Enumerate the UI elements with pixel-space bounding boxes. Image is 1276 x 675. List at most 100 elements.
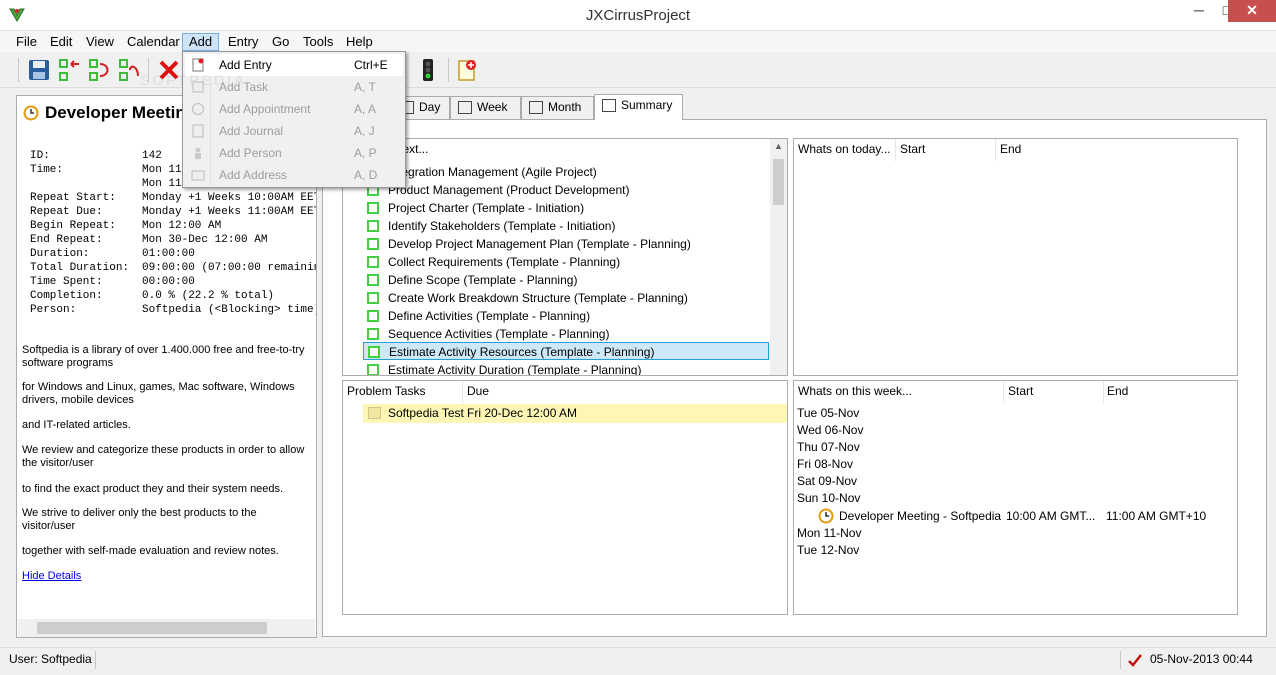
field-label: Duration: [30, 248, 90, 260]
field-value: Mon 30-Dec 12:00 AM [142, 234, 268, 246]
undo-icon[interactable] [118, 58, 142, 82]
tab-summary[interactable]: Summary [594, 94, 683, 120]
save-icon[interactable] [27, 58, 51, 82]
field-label: Repeat Due: [30, 206, 103, 218]
menu-entry[interactable]: Entry [222, 33, 264, 51]
menu-calendar[interactable]: Calendar [121, 33, 186, 51]
week-icon [458, 101, 472, 114]
description-paragraph: We review and categorize these products … [22, 444, 305, 469]
clock-icon [818, 508, 834, 524]
menu-item-label: Add Address [219, 168, 288, 182]
tab-label: Summary [621, 98, 673, 112]
field-duration: Duration: 01:00:00 [30, 248, 195, 260]
week-day[interactable]: Tue 12-Nov [797, 543, 859, 557]
menu-item-label: Add Person [219, 146, 282, 160]
menu-file[interactable]: File [10, 33, 43, 51]
field-label: Completion: [30, 290, 103, 302]
menu-edit[interactable]: Edit [44, 33, 78, 51]
title-bar: JXCirrusProject ─ □ ✕ [0, 0, 1276, 31]
task-checkbox[interactable] [367, 220, 379, 232]
work-on-next-panel: Work on next... Integration Management (… [342, 138, 788, 376]
field-label: End Repeat: [30, 234, 103, 246]
description-paragraph: for Windows and Linux, games, Mac softwa… [22, 381, 295, 406]
menu-add-appointment[interactable]: Add Appointment A, A [185, 98, 403, 120]
menu-view[interactable]: View [80, 33, 120, 51]
week-day[interactable]: Tue 05-Nov [797, 406, 859, 420]
problem-row[interactable]: Softpedia Test Fri 20-Dec 12:00 AM [363, 404, 787, 423]
week-day[interactable]: Wed 06-Nov [797, 423, 863, 437]
field-end-repeat: End Repeat: Mon 30-Dec 12:00 AM [30, 234, 267, 246]
task-checkbox[interactable] [367, 202, 379, 214]
tab-label: Week [477, 100, 508, 114]
menu-add-person[interactable]: Add Person A, P [185, 142, 403, 164]
problem-task-name: Softpedia Test [388, 406, 464, 420]
event-title: Developer Meeting - Softpedia [839, 509, 1002, 523]
menu-item-shortcut: A, D [354, 168, 378, 182]
menu-tools[interactable]: Tools [297, 33, 339, 51]
toolbar-separator [448, 58, 449, 82]
hide-details-link[interactable]: Hide Details [22, 570, 81, 582]
menu-add-address[interactable]: Add Address A, D [185, 164, 403, 186]
address-icon [191, 170, 205, 181]
new-note-icon[interactable] [456, 58, 480, 82]
scroll-up-icon[interactable]: ▲ [774, 141, 783, 151]
scrollbar-thumb[interactable] [37, 622, 267, 634]
menu-help[interactable]: Help [340, 33, 379, 51]
menu-item-shortcut: A, A [354, 102, 377, 116]
tab-month[interactable]: Month [521, 96, 594, 119]
menu-add-journal[interactable]: Add Journal A, J [185, 120, 403, 142]
task-checkbox[interactable] [368, 346, 380, 358]
move-icon[interactable] [88, 58, 112, 82]
field-id: ID: 142 [30, 150, 162, 162]
field-value: Softpedia (<Blocking> time) [142, 304, 317, 316]
scrollbar-thumb[interactable] [773, 159, 784, 205]
week-day[interactable]: Fri 08-Nov [797, 457, 853, 471]
week-day[interactable]: Sat 09-Nov [797, 474, 857, 488]
tab-week[interactable]: Week [450, 96, 521, 119]
vertical-scrollbar[interactable]: ▲ [770, 139, 787, 375]
task-checkbox[interactable] [367, 328, 379, 340]
task-checkbox[interactable] [367, 238, 379, 250]
field-value: 0.0 % (22.2 % total) [142, 290, 275, 302]
week-day[interactable]: Thu 07-Nov [797, 440, 860, 454]
task-label: Product Management (Product Development) [388, 183, 630, 197]
task-label: Integration Management (Agile Project) [388, 165, 597, 179]
column-divider [995, 139, 996, 161]
week-day[interactable]: Mon 11-Nov [797, 526, 861, 540]
field-value: Monday +1 Weeks 11:00AM EET [142, 206, 317, 218]
field-begin-repeat: Begin Repeat: Mon 12:00 AM [30, 220, 221, 232]
problem-task-due: Fri 20-Dec 12:00 AM [467, 406, 578, 420]
task-label: Create Work Breakdown Structure (Templat… [388, 291, 688, 305]
minimize-button[interactable]: ─ [1185, 0, 1213, 22]
problem-tasks-panel: Problem Tasks Due Softpedia Test Fri 20-… [342, 380, 788, 615]
hide-details-link-row: Hide Details [22, 570, 312, 583]
horizontal-scrollbar[interactable] [18, 619, 315, 637]
task-checkbox[interactable] [367, 256, 379, 268]
status-datetime: 05-Nov-2013 00:44 [1150, 652, 1253, 666]
close-button[interactable]: ✕ [1228, 0, 1276, 22]
task-checkbox[interactable] [367, 274, 379, 286]
task-checkbox[interactable] [367, 310, 379, 322]
add-indent-icon[interactable] [58, 58, 82, 82]
menu-go[interactable]: Go [266, 33, 295, 51]
task-checkbox[interactable] [367, 292, 379, 304]
week-event-row[interactable]: Developer Meeting - Softpedia 10:00 AM G… [794, 507, 1237, 525]
week-end-header: End [1107, 384, 1129, 398]
tab-label: Month [548, 100, 582, 114]
week-day[interactable]: Sun 10-Nov [797, 491, 860, 505]
task-label: Define Scope (Template - Planning) [388, 273, 578, 287]
menu-add[interactable]: Add [182, 33, 220, 51]
field-total-duration: Total Duration: 09:00:00 (07:00:00 remain… [30, 262, 316, 274]
today-panel: Whats on today... Start End [793, 138, 1238, 376]
field-label: ID: [30, 150, 50, 162]
watermark: SOFTPEDIA [140, 72, 247, 88]
traffic-light-icon[interactable] [416, 58, 440, 82]
menu-bar: File Edit View Calendar Add Entry Go Too… [0, 31, 1276, 52]
field-completion: Completion: 0.0 % (22.2 % total) [30, 290, 274, 302]
task-label: Sequence Activities (Template - Planning… [388, 327, 610, 341]
task-label: Estimate Activity Resources (Template - … [389, 345, 655, 359]
today-start-header: Start [900, 142, 926, 156]
task-item-selected[interactable]: Estimate Activity Resources (Template - … [363, 342, 769, 360]
field-value: 00:00:00 [142, 276, 195, 288]
task-checkbox[interactable] [367, 364, 379, 375]
